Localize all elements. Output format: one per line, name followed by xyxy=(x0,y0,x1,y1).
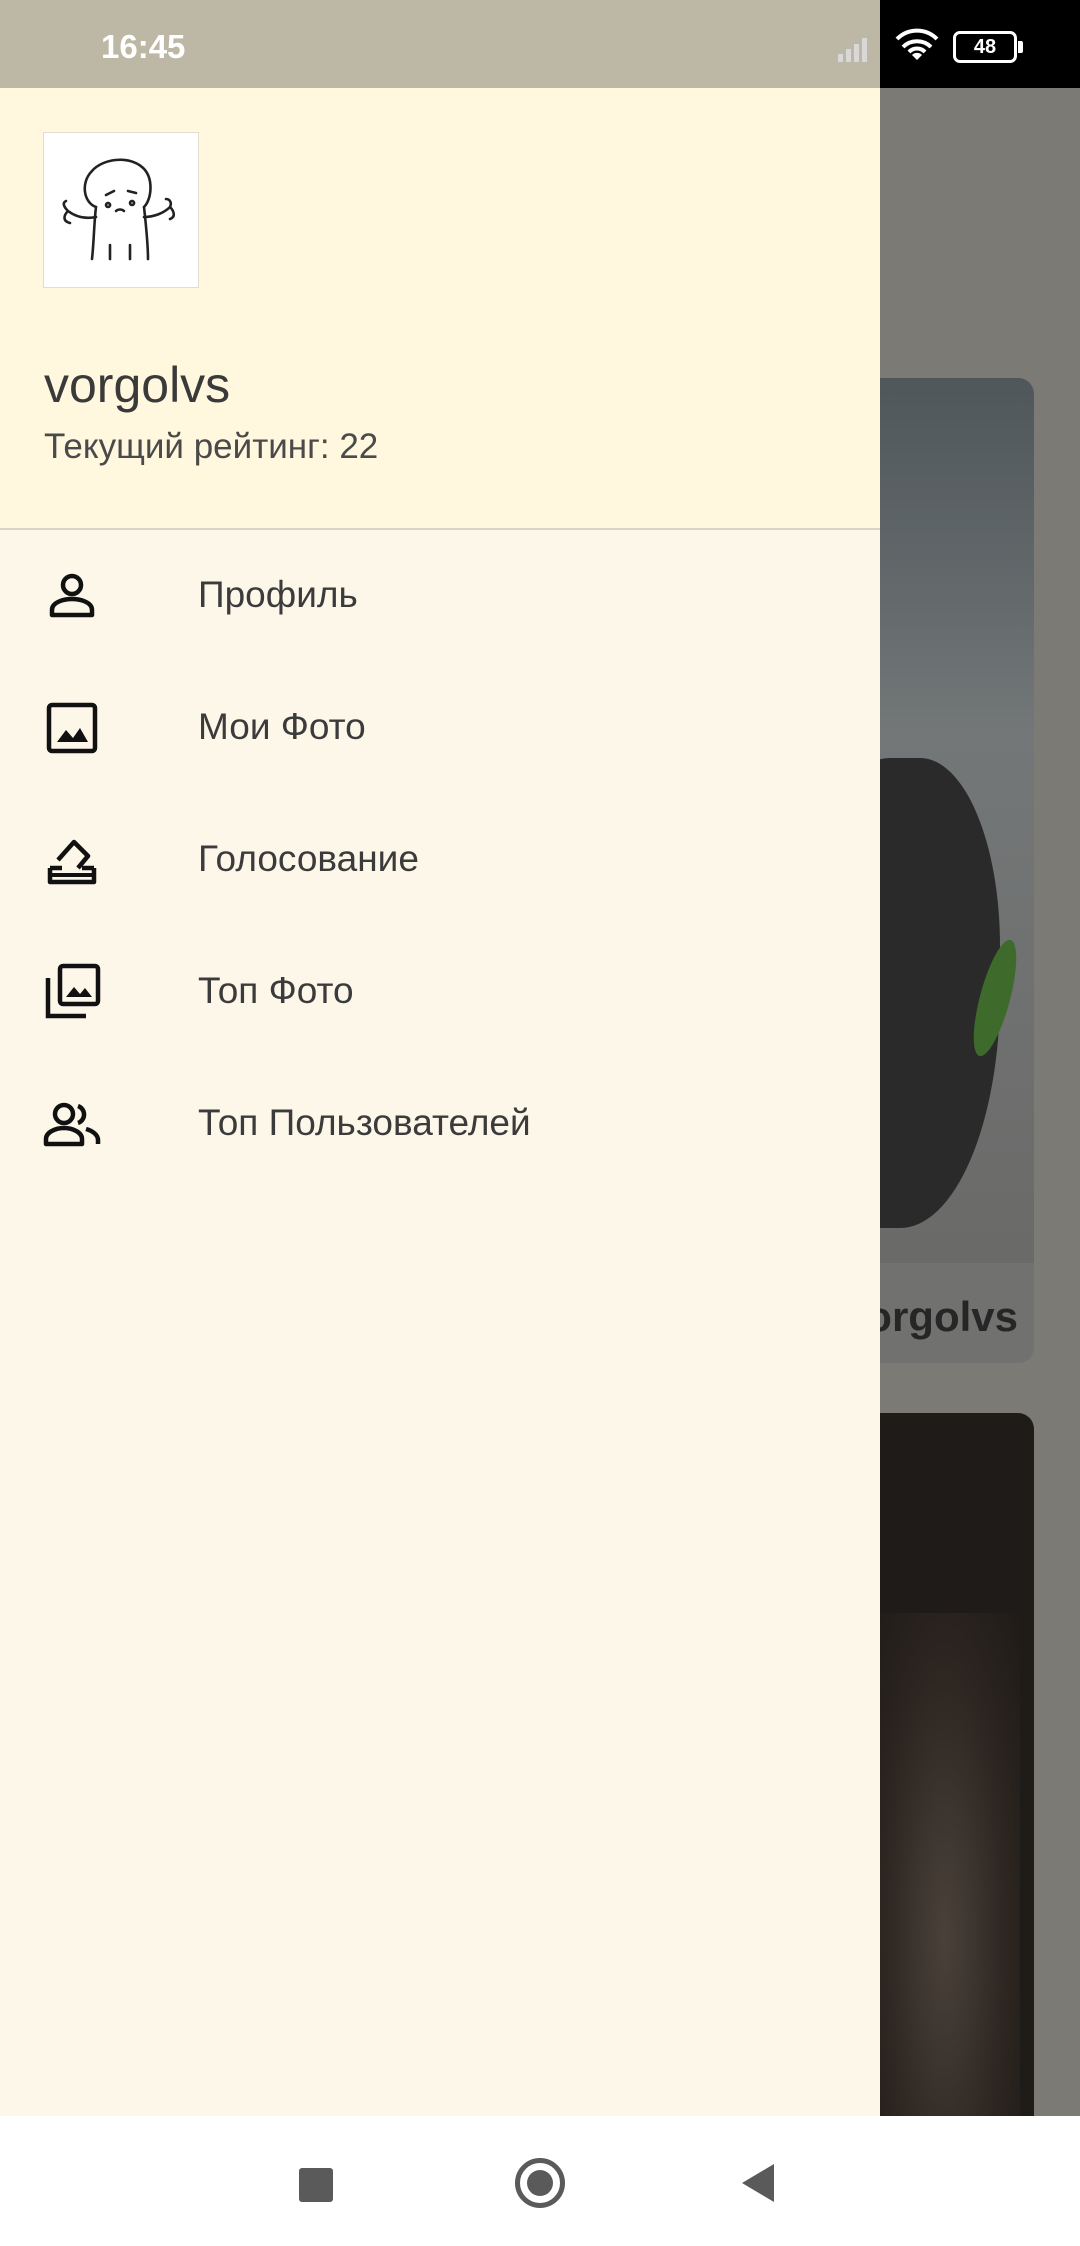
menu-item-profile[interactable]: Профиль xyxy=(0,530,880,662)
home-button[interactable] xyxy=(515,2158,565,2208)
photo-library-icon xyxy=(45,963,101,1019)
feed-card-author: vorgolvs xyxy=(860,1293,1018,1340)
user-rating: Текущий рейтинг: 22 xyxy=(44,427,379,466)
drawer-menu: Профиль Мои Фото Голосование Топ Фото То… xyxy=(0,530,880,1190)
feed-card-image-subject xyxy=(860,758,1000,1228)
recents-button[interactable] xyxy=(299,2168,333,2202)
feed-card-image xyxy=(870,1613,1020,2153)
system-nav-bar xyxy=(0,2116,1080,2246)
menu-item-my-photos[interactable]: Мои Фото xyxy=(0,662,880,794)
back-button[interactable] xyxy=(742,2164,774,2202)
menu-item-label: Топ Фото xyxy=(198,970,354,1011)
vote-icon xyxy=(47,839,97,885)
status-bar: 16:45 48 xyxy=(0,0,1080,88)
battery-tip xyxy=(1018,41,1023,53)
wifi-icon xyxy=(895,28,939,60)
navigation-drawer: vorgolvs Текущий рейтинг: 22 Профиль Мои… xyxy=(0,88,880,2116)
menu-item-top-users[interactable]: Топ Пользователей xyxy=(0,1058,880,1190)
feed-card-footer: vorgolvs xyxy=(860,1263,1034,1363)
avatar[interactable] xyxy=(43,132,199,288)
menu-item-label: Топ Пользователей xyxy=(198,1102,531,1143)
drawer-header: vorgolvs Текущий рейтинг: 22 xyxy=(0,88,880,530)
battery-icon: 48 xyxy=(953,31,1023,63)
battery-level: 48 xyxy=(973,36,997,58)
avatar-character-icon xyxy=(62,158,176,261)
people-icon xyxy=(43,1102,101,1147)
signal-icon xyxy=(838,38,867,62)
person-icon xyxy=(49,573,95,618)
username: vorgolvs xyxy=(44,357,231,413)
home-button-dot xyxy=(527,2170,553,2196)
menu-item-voting[interactable]: Голосование xyxy=(0,794,880,926)
status-time: 16:45 xyxy=(101,28,186,65)
feed-card[interactable] xyxy=(860,1413,1034,2183)
feed-card-image xyxy=(860,378,1034,1263)
image-icon xyxy=(46,702,98,754)
menu-item-top-photos[interactable]: Топ Фото xyxy=(0,926,880,1058)
menu-item-label: Профиль xyxy=(198,574,358,615)
menu-item-label: Мои Фото xyxy=(198,706,366,747)
feed-card[interactable]: vorgolvs xyxy=(860,378,1034,1363)
menu-item-label: Голосование xyxy=(198,838,419,879)
